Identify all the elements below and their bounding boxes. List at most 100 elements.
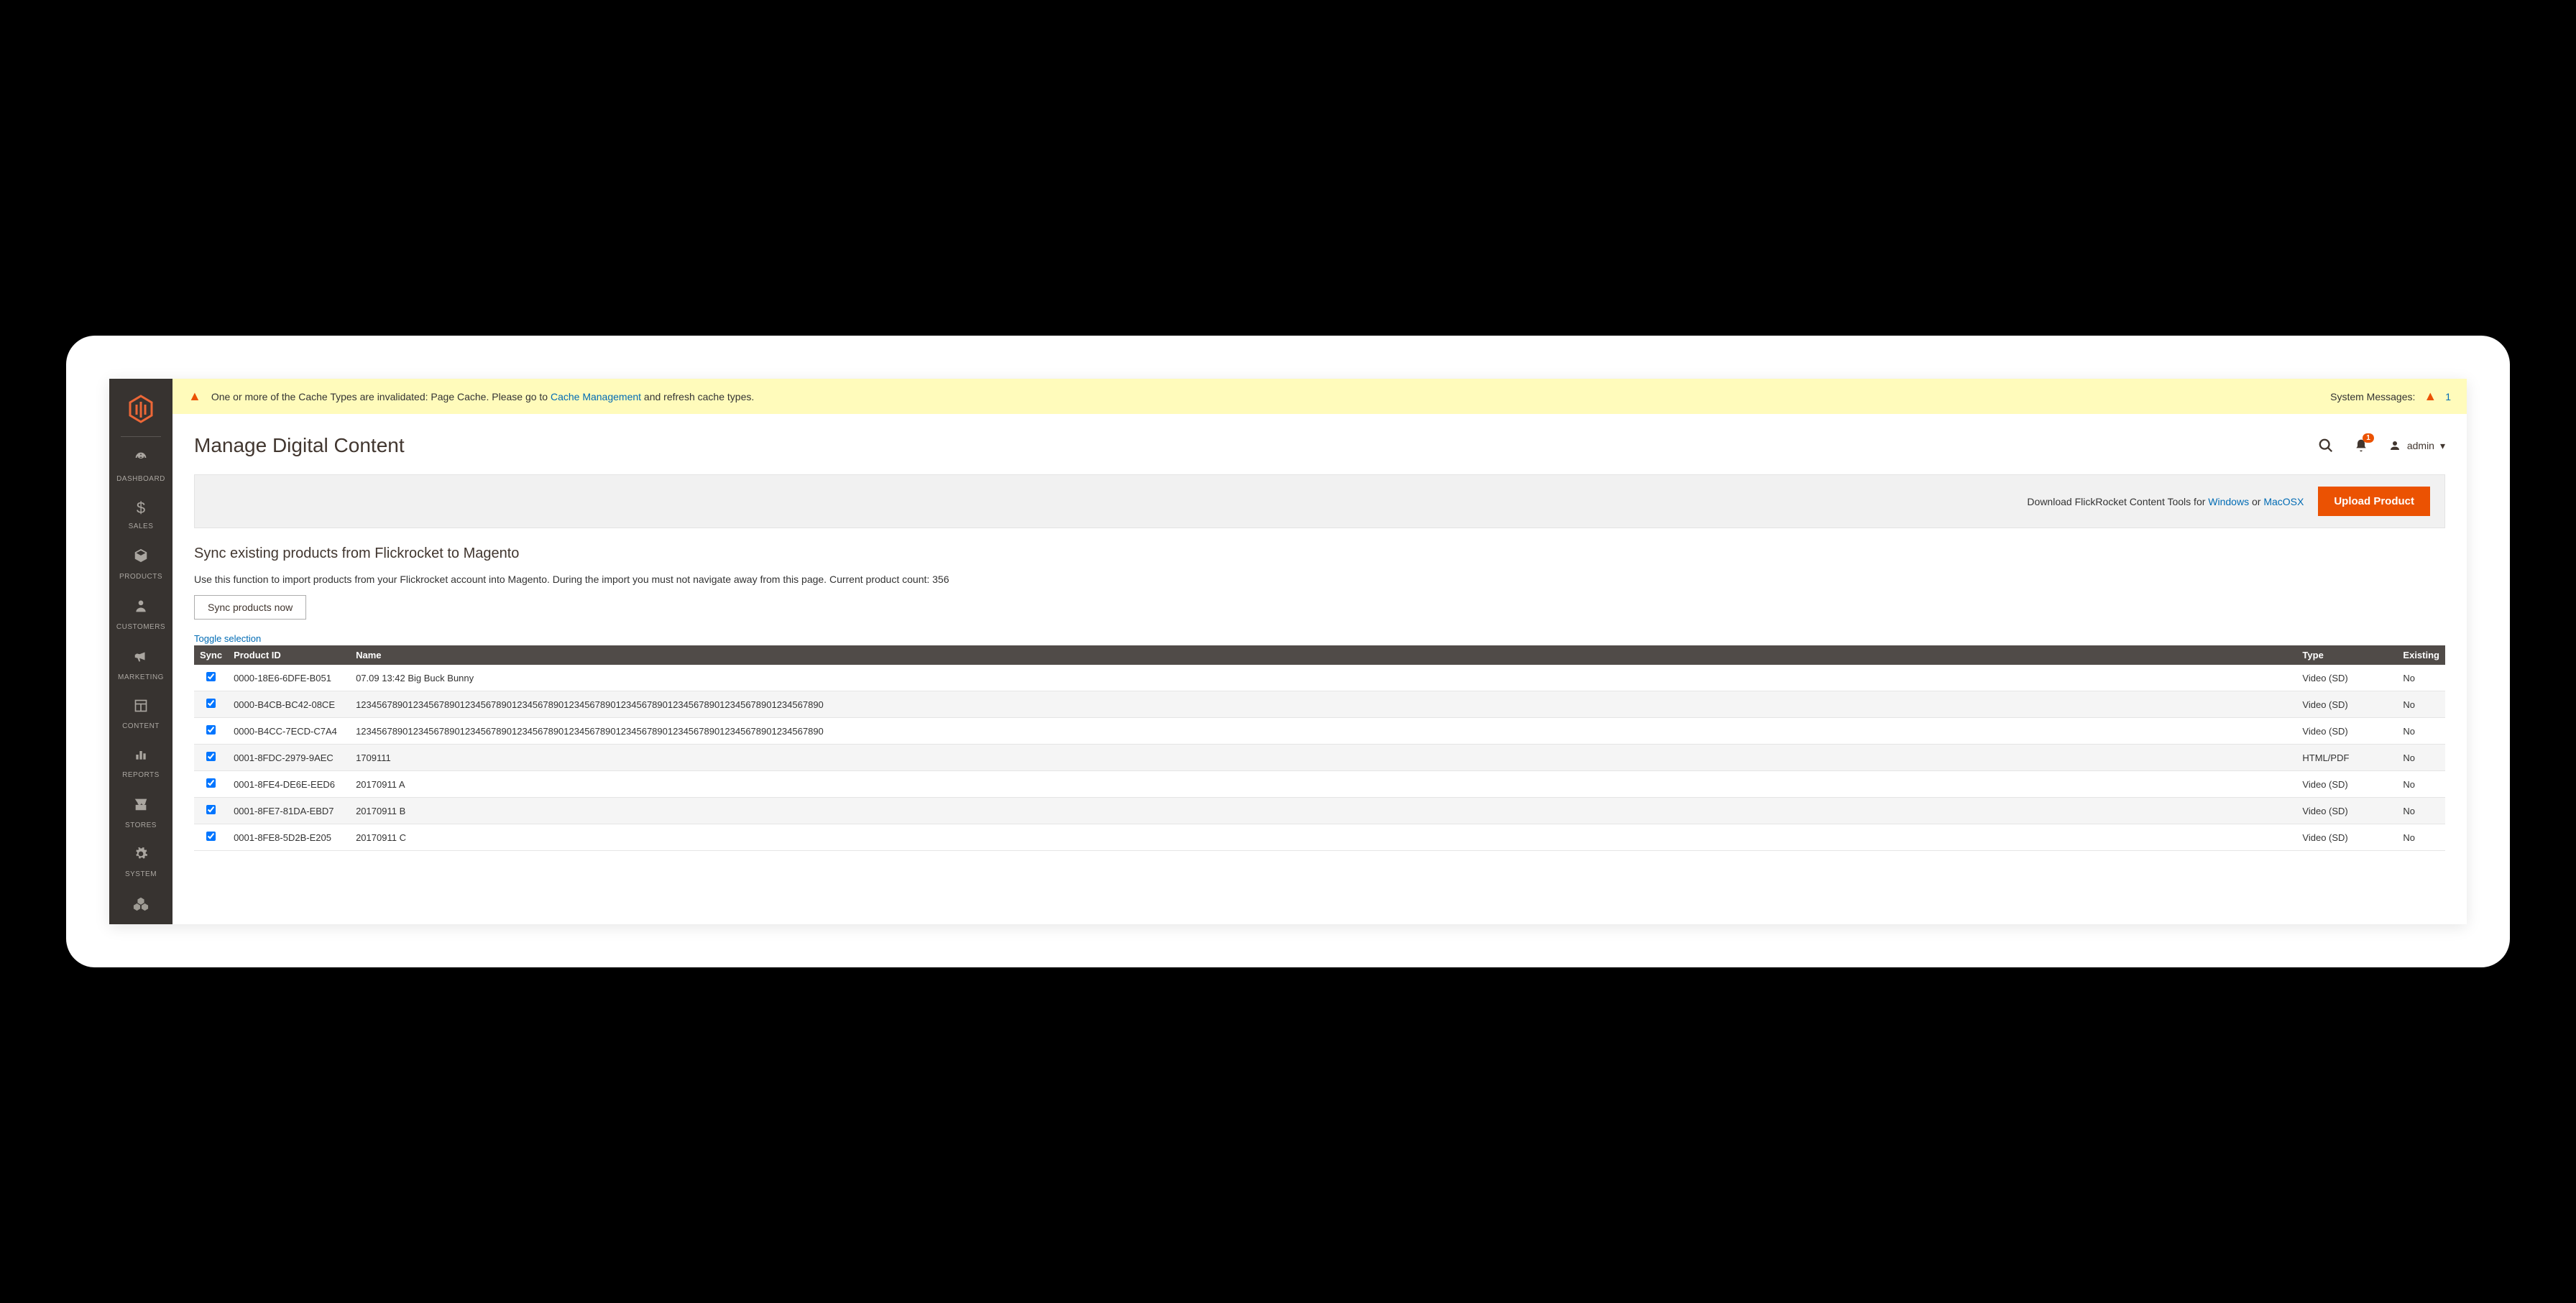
dollar-icon: $ (109, 500, 172, 516)
cell-name: 1709111 (350, 745, 2296, 771)
sidebar-item-marketing[interactable]: MARKETING (109, 640, 172, 690)
sidebar-item-label: REPORTS (122, 771, 160, 779)
sidebar-item-label: CONTENT (122, 722, 160, 730)
sidebar-item-label: SYSTEM (125, 870, 157, 878)
chevron-down-icon: ▾ (2440, 440, 2445, 452)
action-bar: Download FlickRocket Content Tools for W… (194, 474, 2445, 528)
magento-logo[interactable] (128, 395, 154, 423)
system-message-text: One or more of the Cache Types are inval… (211, 391, 754, 402)
th-name: Name (350, 645, 2296, 665)
cell-name: 1234567890123456789012345678901234567890… (350, 718, 2296, 745)
sidebar-item-stores[interactable]: STORES (109, 788, 172, 838)
cell-type: HTML/PDF (2296, 745, 2397, 771)
sidebar-item-sales[interactable]: $ SALES (109, 492, 172, 539)
admin-sidebar: DASHBOARD $ SALES PRODUCTS CUSTOMERS MAR… (109, 379, 172, 924)
sidebar-item-label: DASHBOARD (116, 475, 165, 483)
sync-checkbox[interactable] (206, 778, 216, 788)
gear-icon (109, 847, 172, 864)
th-existing: Existing (2397, 645, 2445, 665)
table-row: 0000-B4CB-BC42-08CE123456789012345678901… (194, 691, 2445, 718)
search-button[interactable] (2318, 438, 2334, 453)
sync-checkbox[interactable] (206, 805, 216, 814)
notifications-button[interactable]: 1 (2354, 438, 2368, 453)
megaphone-icon (109, 648, 172, 667)
gauge-icon (109, 450, 172, 469)
store-icon (109, 796, 172, 815)
cell-name: 20170911 C (350, 824, 2296, 851)
cell-existing: No (2397, 745, 2445, 771)
sync-products-button[interactable]: Sync products now (194, 595, 306, 620)
th-sync: Sync (194, 645, 228, 665)
products-table: Sync Product ID Name Type Existing 0000-… (194, 645, 2445, 851)
cell-name: 1234567890123456789012345678901234567890… (350, 691, 2296, 718)
system-messages-label: System Messages: (2330, 391, 2415, 402)
user-icon (2388, 439, 2401, 452)
sync-checkbox[interactable] (206, 699, 216, 708)
layout-icon (109, 699, 172, 716)
page-title: Manage Digital Content (194, 434, 405, 457)
th-product-id: Product ID (228, 645, 350, 665)
cell-existing: No (2397, 665, 2445, 691)
toggle-selection-link[interactable]: Toggle selection (194, 633, 261, 644)
sidebar-item-label: CUSTOMERS (116, 623, 165, 631)
sync-checkbox[interactable] (206, 725, 216, 735)
cell-product-id: 0000-B4CC-7ECD-C7A4 (228, 718, 350, 745)
sidebar-item-label: MARKETING (118, 673, 164, 681)
cell-existing: No (2397, 718, 2445, 745)
box-icon (109, 548, 172, 566)
admin-username: admin (2407, 440, 2434, 451)
sidebar-item-content[interactable]: CONTENT (109, 690, 172, 739)
macosx-link[interactable]: MacOSX (2263, 496, 2304, 507)
cell-product-id: 0001-8FDC-2979-9AEC (228, 745, 350, 771)
warning-icon: ▲ (188, 389, 201, 404)
sync-checkbox[interactable] (206, 752, 216, 761)
upload-product-button[interactable]: Upload Product (2318, 487, 2430, 516)
table-row: 0001-8FE8-5D2B-E20520170911 CVideo (SD)N… (194, 824, 2445, 851)
cell-type: Video (SD) (2296, 718, 2397, 745)
cell-name: 07.09 13:42 Big Buck Bunny (350, 665, 2296, 691)
system-messages-count[interactable]: 1 (2445, 391, 2451, 402)
admin-account-dropdown[interactable]: admin ▾ (2388, 439, 2445, 452)
table-row: 0000-18E6-6DFE-B05107.09 13:42 Big Buck … (194, 665, 2445, 691)
sync-checkbox[interactable] (206, 832, 216, 841)
main-content: ▲ One or more of the Cache Types are inv… (172, 379, 2467, 924)
download-tools-text: Download FlickRocket Content Tools for W… (2027, 496, 2304, 507)
cell-product-id: 0001-8FE4-DE6E-EED6 (228, 771, 350, 798)
sidebar-item-products[interactable]: PRODUCTS (109, 539, 172, 589)
cell-product-id: 0000-B4CB-BC42-08CE (228, 691, 350, 718)
sync-heading: Sync existing products from Flickrocket … (194, 545, 2445, 562)
notification-badge: 1 (2363, 433, 2374, 443)
cell-existing: No (2397, 691, 2445, 718)
sidebar-item-label: STORES (125, 821, 157, 829)
cell-existing: No (2397, 771, 2445, 798)
sidebar-item-reports[interactable]: REPORTS (109, 739, 172, 788)
cell-product-id: 0000-18E6-6DFE-B051 (228, 665, 350, 691)
table-row: 0001-8FE4-DE6E-EED620170911 AVideo (SD)N… (194, 771, 2445, 798)
table-row: 0001-8FE7-81DA-EBD720170911 BVideo (SD)N… (194, 798, 2445, 824)
cell-name: 20170911 B (350, 798, 2296, 824)
cell-type: Video (SD) (2296, 691, 2397, 718)
sidebar-item-system[interactable]: SYSTEM (109, 838, 172, 887)
sidebar-item-extensions[interactable] (109, 887, 172, 924)
warning-icon: ▲ (2424, 389, 2437, 404)
sidebar-item-dashboard[interactable]: DASHBOARD (109, 441, 172, 492)
cell-type: Video (SD) (2296, 824, 2397, 851)
cell-type: Video (SD) (2296, 665, 2397, 691)
blocks-icon (109, 895, 172, 914)
cell-name: 20170911 A (350, 771, 2296, 798)
table-row: 0001-8FDC-2979-9AEC1709111HTML/PDFNo (194, 745, 2445, 771)
sidebar-divider (121, 436, 161, 437)
windows-link[interactable]: Windows (2208, 496, 2249, 507)
cell-existing: No (2397, 824, 2445, 851)
system-message-bar: ▲ One or more of the Cache Types are inv… (172, 379, 2467, 414)
sync-description: Use this function to import products fro… (194, 574, 2445, 585)
cache-management-link[interactable]: Cache Management (551, 391, 641, 402)
cell-type: Video (SD) (2296, 798, 2397, 824)
sync-checkbox[interactable] (206, 672, 216, 681)
sidebar-item-label: PRODUCTS (119, 573, 162, 581)
cell-product-id: 0001-8FE7-81DA-EBD7 (228, 798, 350, 824)
cell-product-id: 0001-8FE8-5D2B-E205 (228, 824, 350, 851)
cell-type: Video (SD) (2296, 771, 2397, 798)
sidebar-item-customers[interactable]: CUSTOMERS (109, 589, 172, 640)
person-icon (109, 598, 172, 617)
